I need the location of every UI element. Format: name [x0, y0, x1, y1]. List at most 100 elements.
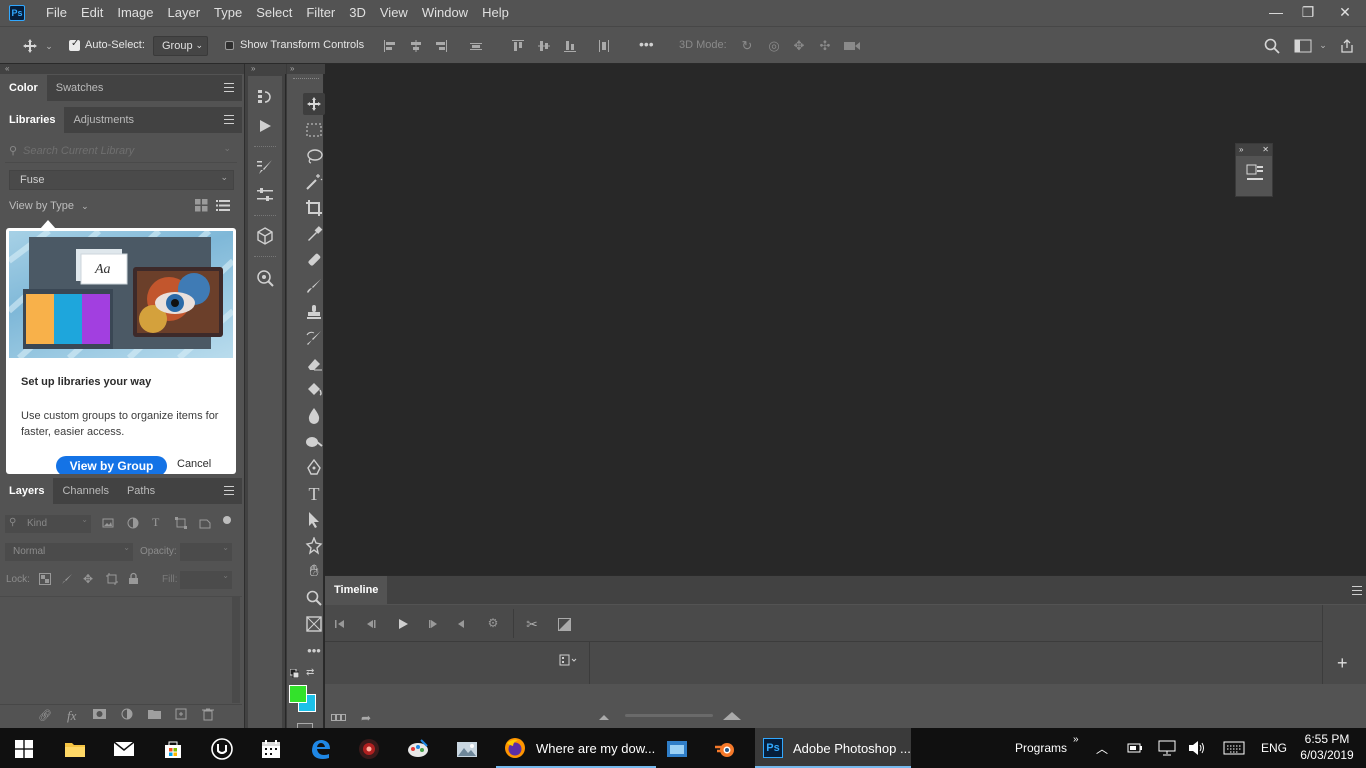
blend-mode-select[interactable]: Normal ⌄: [5, 543, 133, 561]
document-canvas-area[interactable]: [325, 64, 1366, 575]
tab-channels[interactable]: Channels: [53, 478, 117, 504]
create-video-timeline-icon[interactable]: [559, 653, 579, 667]
edge-icon[interactable]: [300, 732, 340, 766]
lock-all-icon[interactable]: [128, 572, 139, 585]
properties-3d-icon[interactable]: [1246, 164, 1264, 184]
history-panel-icon[interactable]: [254, 86, 276, 108]
brush-tool-icon[interactable]: [303, 275, 325, 297]
view-by-dropdown[interactable]: View by Type ⌄: [9, 200, 89, 212]
tab-color[interactable]: Color: [0, 75, 47, 101]
menu-view[interactable]: View: [373, 0, 415, 26]
align-top-icon[interactable]: [510, 38, 526, 54]
actions-panel-icon[interactable]: [254, 115, 276, 137]
panel-menu-icon[interactable]: [1352, 586, 1362, 598]
tab-adjustments[interactable]: Adjustments: [64, 107, 143, 133]
zoom-out-icon[interactable]: [599, 715, 609, 720]
windows-start-icon[interactable]: [4, 732, 44, 766]
menu-edit[interactable]: Edit: [74, 0, 110, 26]
photos-app-icon[interactable]: [447, 732, 487, 766]
cancel-button[interactable]: Cancel: [177, 458, 211, 470]
unreal-engine-icon[interactable]: [202, 732, 242, 766]
add-mask-icon[interactable]: [93, 708, 106, 720]
brushes-panel-icon[interactable]: [254, 156, 276, 178]
menu-layer[interactable]: Layer: [161, 0, 208, 26]
toolbar-grip[interactable]: [293, 78, 319, 80]
filter-adjustment-icon[interactable]: [127, 517, 139, 529]
menu-filter[interactable]: Filter: [299, 0, 342, 26]
tab-paths[interactable]: Paths: [118, 478, 164, 504]
play-icon[interactable]: [396, 617, 410, 631]
hand-tool-icon[interactable]: ✋︎: [303, 561, 325, 583]
distribute-icon[interactable]: [468, 38, 484, 54]
custom-shape-tool-icon[interactable]: [303, 535, 325, 557]
app-red-icon[interactable]: [349, 732, 389, 766]
render-video-icon[interactable]: ➦: [361, 711, 371, 725]
tab-layers[interactable]: Layers: [0, 478, 54, 504]
align-center-v-icon[interactable]: [536, 38, 552, 54]
filter-shape-icon[interactable]: [175, 517, 187, 529]
filter-pixel-icon[interactable]: [102, 517, 114, 529]
close-button[interactable]: ✕: [1324, 0, 1366, 24]
auto-select-checkbox[interactable]: [69, 38, 80, 51]
file-explorer-icon[interactable]: [55, 732, 95, 766]
menu-image[interactable]: Image: [110, 0, 160, 26]
tab-swatches[interactable]: Swatches: [47, 75, 113, 101]
opacity-input[interactable]: ⌄: [180, 543, 232, 561]
panel-menu-icon[interactable]: [224, 115, 234, 127]
blur-tool-icon[interactable]: [303, 405, 325, 427]
programs-toolbar[interactable]: Programs »: [1015, 728, 1079, 768]
blender-icon[interactable]: [706, 732, 746, 766]
volume-icon[interactable]: [1188, 728, 1206, 768]
power-icon[interactable]: [1127, 728, 1143, 768]
menu-type[interactable]: Type: [207, 0, 249, 26]
crop-tool-icon[interactable]: [303, 197, 325, 219]
dock-collapse-strip[interactable]: »: [245, 64, 286, 74]
restore-button[interactable]: ❐: [1292, 0, 1324, 24]
toolbar-collapse-strip[interactable]: »: [287, 64, 325, 74]
eyedropper-tool-icon[interactable]: [303, 223, 325, 245]
pen-tool-icon[interactable]: [303, 457, 325, 479]
pan-3d-icon[interactable]: ✥: [790, 38, 808, 54]
transform-controls-checkbox[interactable]: [225, 41, 234, 50]
lock-brush-icon[interactable]: [61, 573, 73, 585]
list-view-icon[interactable]: [216, 199, 230, 212]
frame-animation-icon[interactable]: [331, 714, 347, 722]
slide-3d-icon[interactable]: ✣: [816, 38, 834, 54]
taskbar-app-photoshop[interactable]: Ps Adobe Photoshop ...: [755, 728, 911, 768]
menu-help[interactable]: Help: [475, 0, 516, 26]
split-scissors-icon[interactable]: ✂: [523, 616, 541, 632]
distribute-v-icon[interactable]: [596, 38, 612, 54]
layers-scrollbar[interactable]: [232, 597, 240, 703]
lock-artboard-icon[interactable]: [106, 573, 118, 585]
roll-3d-icon[interactable]: ◎: [765, 38, 783, 54]
paint-app-icon[interactable]: [398, 732, 438, 766]
menu-select[interactable]: Select: [249, 0, 299, 26]
taskbar-app-firefox[interactable]: Where are my dow...: [496, 728, 656, 768]
library-search-input[interactable]: ⚲ Search Current Library ⌄: [5, 141, 237, 163]
magic-wand-tool-icon[interactable]: [303, 171, 325, 193]
view-by-group-button[interactable]: View by Group: [56, 456, 167, 474]
menu-file[interactable]: File: [39, 0, 74, 26]
tab-libraries[interactable]: Libraries: [0, 107, 65, 133]
type-tool-icon[interactable]: T: [303, 483, 325, 505]
mail-icon[interactable]: [104, 732, 144, 766]
more-tools-button[interactable]: •••: [303, 639, 325, 661]
align-right-icon[interactable]: [433, 38, 449, 54]
layer-filter-select[interactable]: ⚲ Kind ⌄: [5, 515, 91, 533]
healing-brush-tool-icon[interactable]: [303, 249, 325, 271]
audio-icon[interactable]: [454, 617, 468, 631]
marquee-tool-icon[interactable]: [303, 119, 325, 141]
filter-toggle[interactable]: [223, 516, 231, 524]
menu-3d[interactable]: 3D: [342, 0, 373, 26]
previous-frame-icon[interactable]: [363, 617, 377, 631]
settings-icon[interactable]: ⚙: [486, 616, 500, 630]
filter-type-icon[interactable]: T: [152, 515, 164, 529]
zoom-tool-icon[interactable]: [303, 587, 325, 609]
grid-view-icon[interactable]: [195, 199, 208, 212]
show-hidden-icons-icon[interactable]: ︿: [1096, 728, 1108, 768]
new-layer-icon[interactable]: [175, 708, 187, 720]
delete-layer-icon[interactable]: [202, 708, 214, 721]
timeline-zoom-slider[interactable]: [625, 714, 713, 717]
search-icon[interactable]: [1263, 37, 1281, 55]
timeline-tracks[interactable]: [325, 642, 1322, 684]
